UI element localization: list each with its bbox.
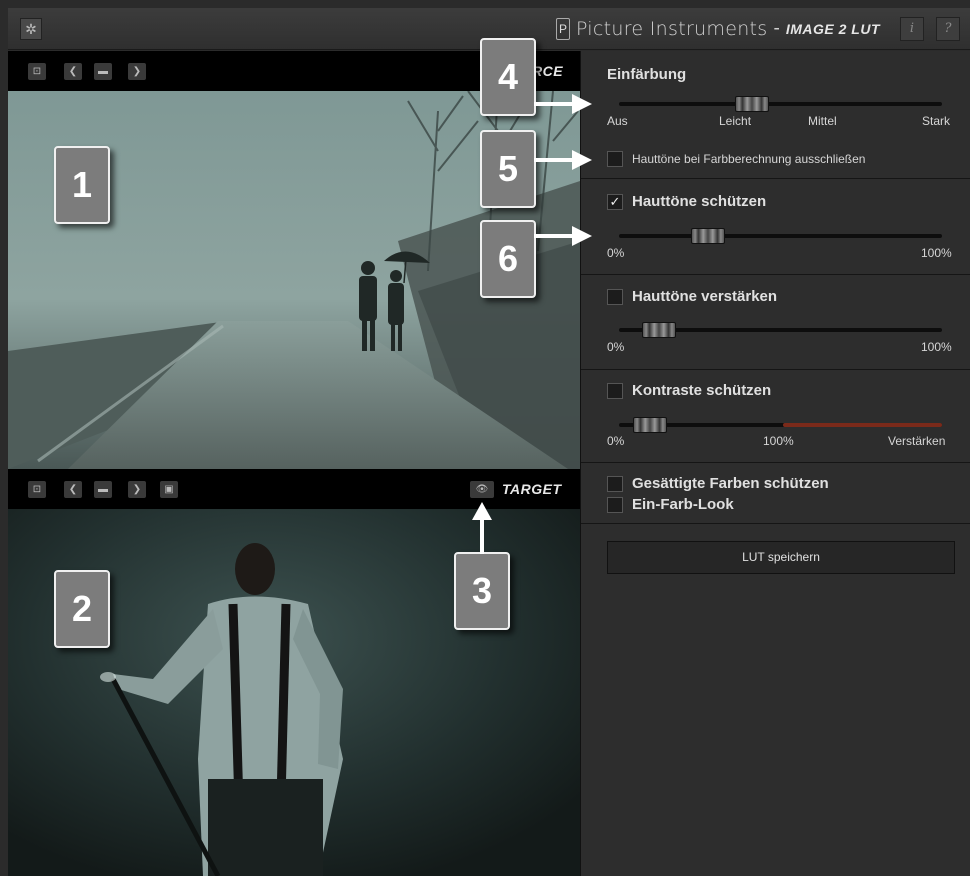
protect-skin-checkbox[interactable]: ✓ bbox=[607, 194, 623, 210]
callout-1: 1 bbox=[54, 146, 110, 224]
protect-skin-section: ✓ Hauttöne schützen 0% 100% bbox=[581, 180, 970, 275]
target-label: TARGET bbox=[502, 481, 562, 497]
protect-contrast-max: Verstärken bbox=[888, 434, 946, 448]
source-next-icon[interactable]: ❯ bbox=[128, 63, 146, 80]
einfaerbung-title: Einfärbung bbox=[607, 66, 687, 83]
target-reset-icon[interactable]: ⊡ bbox=[28, 481, 46, 498]
save-lut-button[interactable]: LUT speichern bbox=[607, 541, 955, 574]
protect-contrast-mid: 100% bbox=[763, 434, 794, 448]
target-prev-icon[interactable]: ❮ bbox=[64, 481, 82, 498]
enhance-skin-min: 0% bbox=[607, 340, 625, 354]
product-name: IMAGE 2 LUT bbox=[785, 21, 880, 37]
brand-logo-icon: P bbox=[555, 18, 570, 40]
protect-contrast-section: Kontraste schützen 0% 100% Verstärken bbox=[581, 371, 970, 463]
protect-contrast-slider-thumb[interactable] bbox=[633, 417, 668, 433]
source-folder-icon[interactable]: ▬ bbox=[94, 63, 112, 80]
source-reset-icon[interactable]: ⊡ bbox=[28, 63, 46, 80]
eye-icon[interactable]: 👁 bbox=[470, 481, 494, 498]
brand: P Picture Instruments - IMAGE 2 LUT bbox=[555, 17, 880, 41]
callout-2: 2 bbox=[54, 570, 110, 648]
scale-aus: Aus bbox=[607, 114, 628, 128]
einfaerbung-slider-track[interactable] bbox=[619, 102, 942, 106]
source-label: RCE bbox=[532, 63, 564, 79]
protect-contrast-min: 0% bbox=[607, 434, 625, 448]
settings-gear-icon[interactable]: ✲ bbox=[20, 18, 42, 40]
einfaerbung-section: Einfärbung Aus Leicht Mittel Stark Hautt… bbox=[581, 51, 970, 179]
exclude-skin-checkbox[interactable] bbox=[607, 151, 623, 167]
enhance-skin-max: 100% bbox=[921, 340, 952, 354]
single-color-checkbox[interactable] bbox=[607, 497, 623, 513]
brand-name: Picture Instruments bbox=[575, 18, 768, 40]
protect-contrast-slider-track[interactable] bbox=[619, 423, 942, 427]
target-save-icon[interactable]: ▣ bbox=[160, 481, 178, 498]
settings-panel: Einfärbung Aus Leicht Mittel Stark Hautt… bbox=[580, 51, 970, 876]
scale-mittel: Mittel bbox=[808, 114, 837, 128]
app-window: ✲ P Picture Instruments - IMAGE 2 LUT i … bbox=[0, 0, 970, 876]
protect-skin-slider-track[interactable] bbox=[619, 234, 942, 238]
scale-leicht: Leicht bbox=[719, 114, 752, 128]
exclude-skin-label: Hauttöne bei Farbberechnung ausschließen bbox=[632, 152, 866, 166]
enhance-skin-slider-thumb[interactable] bbox=[642, 322, 677, 338]
callout-6: 6 bbox=[480, 220, 536, 298]
saturated-label: Gesättigte Farben schützen bbox=[632, 475, 829, 492]
arrow-6-icon bbox=[534, 226, 592, 246]
help-button[interactable]: ? bbox=[936, 17, 960, 41]
protect-skin-min: 0% bbox=[607, 246, 625, 260]
callout-3: 3 bbox=[454, 552, 510, 630]
protect-skin-max: 100% bbox=[921, 246, 952, 260]
target-next-icon[interactable]: ❯ bbox=[128, 481, 146, 498]
callout-5: 5 bbox=[480, 130, 536, 208]
enhance-skin-section: Hauttöne verstärken 0% 100% bbox=[581, 276, 970, 370]
target-folder-icon[interactable]: ▬ bbox=[94, 481, 112, 498]
single-color-label: Ein-Farb-Look bbox=[632, 496, 734, 513]
scale-stark: Stark bbox=[922, 114, 951, 128]
protect-skin-label: Hauttöne schützen bbox=[632, 193, 767, 210]
arrow-5-icon bbox=[534, 150, 592, 170]
source-prev-icon[interactable]: ❮ bbox=[64, 63, 82, 80]
enhance-skin-label: Hauttöne verstärken bbox=[632, 288, 778, 305]
protect-contrast-checkbox[interactable] bbox=[607, 383, 623, 399]
brand-separator: - bbox=[773, 18, 780, 39]
callout-4: 4 bbox=[480, 38, 536, 116]
enhance-skin-checkbox[interactable] bbox=[607, 289, 623, 305]
arrow-3-icon bbox=[472, 502, 492, 554]
info-button[interactable]: i bbox=[900, 17, 924, 41]
protect-contrast-label: Kontraste schützen bbox=[632, 382, 772, 399]
contrast-enhance-range bbox=[783, 423, 942, 427]
einfaerbung-slider-thumb[interactable] bbox=[734, 96, 769, 112]
target-toolbar: ⊡ ❮ ▬ ❯ ▣ 👁 TARGET bbox=[8, 469, 580, 509]
extra-options-section: Gesättigte Farben schützen Ein-Farb-Look bbox=[581, 464, 970, 524]
saturated-checkbox[interactable] bbox=[607, 476, 623, 492]
protect-skin-slider-thumb[interactable] bbox=[691, 228, 726, 244]
arrow-4-icon bbox=[534, 94, 592, 114]
